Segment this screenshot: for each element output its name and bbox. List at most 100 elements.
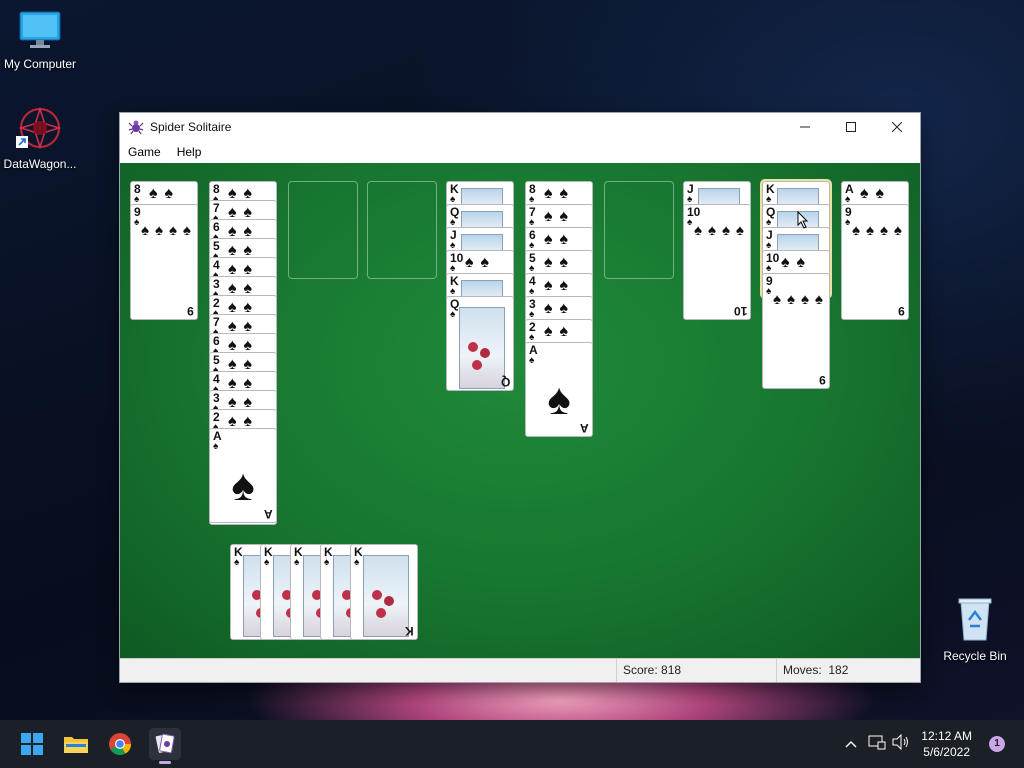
playing-card[interactable]: A ♠ ♠ A (209, 428, 277, 523)
notification-badge[interactable]: 1 (989, 736, 1005, 752)
card-rank-bottom: A (580, 421, 589, 435)
spade-icon: ♠ (134, 217, 140, 228)
card-pips: ♠♠ (544, 185, 575, 202)
ace-spade-icon: ♠ (547, 375, 571, 424)
stock-card[interactable]: K ♠ K (350, 544, 418, 640)
playing-card[interactable]: 9♠♠♠♠♠♠♠♠♠♠9 (130, 204, 198, 320)
playing-card[interactable]: 9♠♠♠♠♠♠♠♠♠♠9 (841, 204, 909, 320)
close-button[interactable] (874, 113, 920, 141)
speaker-icon (892, 733, 908, 750)
clock[interactable]: 12:12 AM 5/6/2022 (921, 728, 972, 760)
moves-display: Moves: 182 (776, 659, 903, 682)
folder-icon (64, 737, 88, 753)
windows-logo-icon (21, 733, 43, 755)
system-tray (842, 720, 910, 768)
card-pips: ♠♠♠♠♠♠♠♠♠♠ (694, 222, 750, 239)
card-pips: ♠♠ (544, 277, 575, 294)
minimize-icon (800, 126, 810, 128)
network-button[interactable] (868, 734, 886, 755)
face-card-art (459, 307, 505, 389)
volume-button[interactable] (892, 733, 910, 755)
spade-icon: ♠ (294, 557, 300, 568)
empty-pile-slot[interactable] (604, 181, 674, 279)
game-table[interactable]: 8♠♠♠9♠♠♠♠♠♠♠♠♠♠98♠♠♠7♠♠♠6♠♠♠5♠♠♠4♠♠♠3♠♠♠… (120, 163, 920, 659)
file-explorer-button[interactable] (60, 728, 92, 760)
spade-icon: ♠ (845, 217, 851, 228)
solitaire-cards-icon (155, 733, 175, 754)
chevron-up-icon (845, 741, 857, 748)
start-button[interactable] (16, 728, 48, 760)
playing-card[interactable]: 10♠♠♠♠♠♠♠♠♠♠♠10 (683, 204, 751, 320)
card-rank-bottom: A (264, 507, 273, 521)
moves-value: 182 (828, 663, 849, 677)
desktop-icon-label: My Computer (3, 57, 77, 71)
desktop-icon-my-computer[interactable]: My Computer (0, 10, 80, 71)
window-title: Spider Solitaire (150, 120, 232, 134)
card-pips: ♠♠ (544, 300, 575, 317)
spade-icon: ♠ (687, 217, 693, 228)
empty-pile-slot[interactable] (288, 181, 358, 279)
spade-icon: ♠ (234, 557, 240, 568)
desktop-icon-label: Recycle Bin (943, 649, 1007, 663)
card-pips: ♠♠♠♠♠♠♠♠♠ (852, 222, 908, 239)
card-pips: ♠♠ (544, 323, 575, 340)
card-pips: ♠♠ (860, 185, 891, 202)
monitor-icon (19, 11, 61, 48)
network-icon (868, 735, 886, 749)
spade-icon: ♠ (264, 557, 270, 568)
recycle-bin-icon (958, 598, 992, 641)
spider-solitaire-taskbar-button[interactable] (149, 728, 181, 764)
spade-icon: ♠ (529, 355, 535, 366)
card-pips: ♠♠ (149, 185, 180, 202)
close-icon (892, 122, 902, 132)
datawagon-logo-icon (16, 106, 62, 150)
card-rank-bottom: K (405, 624, 414, 638)
show-hidden-icons-button[interactable] (842, 740, 860, 748)
card-rank-bottom: Q (500, 375, 510, 389)
playing-card[interactable]: 9♠♠♠♠♠♠♠♠♠♠9 (762, 273, 830, 389)
card-pips: ♠♠ (465, 254, 496, 271)
card-rank-bottom: 10 (733, 304, 747, 318)
score-value: 818 (661, 663, 682, 677)
card-rank-bottom: 9 (187, 304, 194, 318)
empty-pile-slot[interactable] (367, 181, 437, 279)
mouse-cursor-icon (797, 211, 809, 229)
playing-card[interactable]: Q ♠ Q (446, 296, 514, 391)
moves-label: Moves: (783, 663, 822, 677)
ace-spade-icon: ♠ (231, 461, 255, 510)
taskbar: 12:12 AM 5/6/2022 1 (0, 720, 1024, 768)
chrome-button[interactable] (104, 728, 136, 760)
clock-time: 12:12 AM (921, 729, 972, 743)
card-pips: ♠♠ (544, 208, 575, 225)
score-display: Score: 818 (616, 659, 777, 682)
card-pips: ♠♠♠♠♠♠♠♠♠ (773, 291, 829, 308)
score-label: Score: (623, 663, 658, 677)
menu-game[interactable]: Game (120, 145, 169, 159)
menu-help[interactable]: Help (169, 145, 210, 159)
card-pips: ♠♠ (544, 254, 575, 271)
card-rank-bottom: 9 (898, 304, 905, 318)
chrome-icon (109, 733, 131, 755)
desktop-icon-recycle-bin[interactable]: Recycle Bin (935, 596, 1015, 663)
clock-date: 5/6/2022 (923, 745, 970, 759)
spider-app-icon (128, 120, 144, 135)
card-pips: ♠♠♠♠♠♠♠♠♠ (141, 222, 197, 239)
minimize-button[interactable] (782, 113, 828, 141)
desktop-icon-label: DataWagon... (3, 157, 77, 171)
desktop-icon-datawagon[interactable]: DataWagon... (0, 106, 80, 171)
maximize-icon (846, 122, 856, 132)
spider-solitaire-window: Spider Solitaire Game Help 8♠♠♠9♠♠♠♠♠♠♠♠… (120, 113, 920, 682)
maximize-button[interactable] (828, 113, 874, 141)
playing-card[interactable]: A ♠ ♠ A (525, 342, 593, 437)
card-pips: ♠♠ (781, 254, 812, 271)
status-bar: Score: 818 Moves: 182 (120, 658, 920, 682)
title-bar[interactable]: Spider Solitaire (120, 113, 920, 141)
card-pips: ♠♠ (544, 231, 575, 248)
card-rank-bottom: 9 (819, 373, 826, 387)
spade-icon: ♠ (213, 441, 219, 452)
spade-icon: ♠ (450, 309, 456, 320)
spade-icon: ♠ (324, 557, 330, 568)
spade-icon: ♠ (766, 286, 772, 297)
spade-icon: ♠ (354, 557, 360, 568)
menu-bar: Game Help (120, 141, 920, 163)
